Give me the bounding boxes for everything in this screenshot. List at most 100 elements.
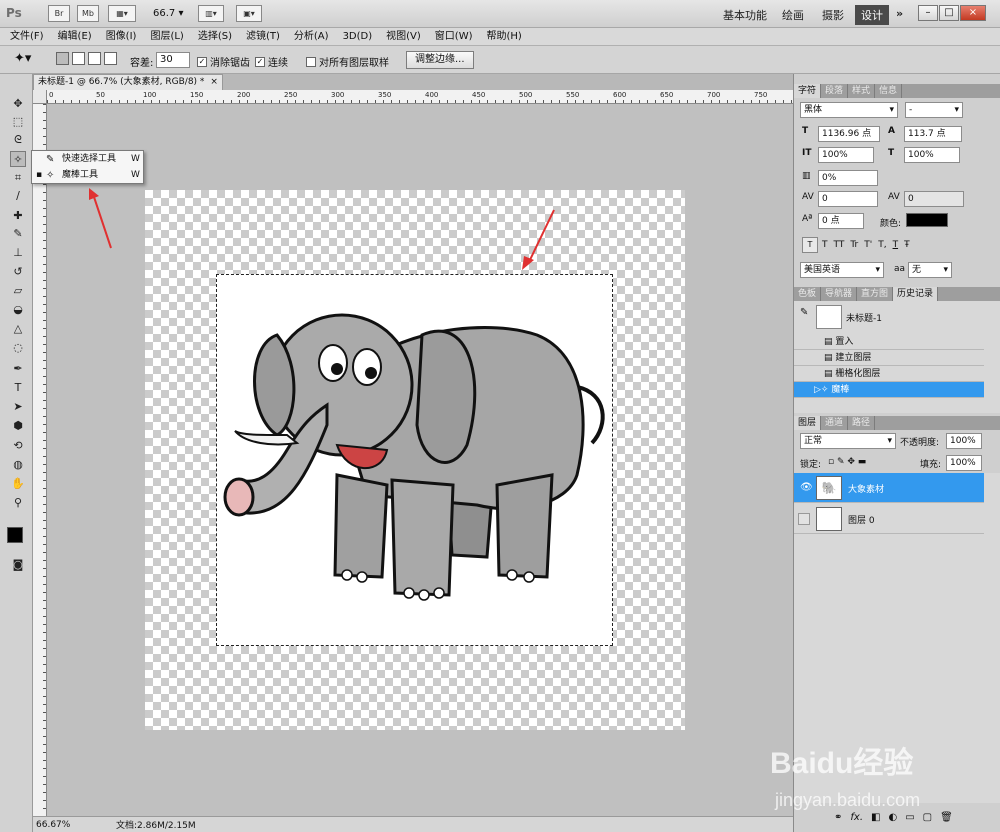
sample-all-layers-checkbox[interactable]: 对所有图层取样	[306, 54, 389, 69]
clone-stamp-icon[interactable]: ⊥	[10, 245, 26, 261]
menu-edit[interactable]: 编辑(E)	[58, 28, 92, 46]
vertical-scale-input[interactable]: 100%	[818, 147, 874, 163]
text-color-swatch[interactable]	[906, 213, 948, 227]
restore-button[interactable]: □	[939, 5, 959, 21]
minimize-button[interactable]: –	[918, 5, 938, 21]
faux-italic-button[interactable]: T	[822, 240, 828, 250]
move-tool-icon[interactable]: ✥	[10, 96, 26, 112]
history-item-rasterize[interactable]: ▤ 栅格化图层	[794, 366, 984, 382]
tab-channels[interactable]: 通道	[821, 416, 849, 430]
close-button[interactable]: ×	[960, 5, 986, 21]
elephant-layer-selection[interactable]	[216, 274, 613, 646]
history-item-magic-wand[interactable]: ▷✧ 魔棒	[794, 382, 984, 398]
blend-mode-select[interactable]: 正常 ▾	[800, 433, 896, 449]
blur-tool-icon[interactable]: △	[10, 321, 26, 337]
fx-icon[interactable]: fx.	[850, 812, 863, 823]
baseline-shift-input[interactable]: 0 点	[818, 213, 864, 229]
tracking-pct-input[interactable]: 0%	[818, 170, 878, 186]
type-tool-icon[interactable]: T	[10, 380, 26, 396]
marquee-tool-icon[interactable]: ⬚	[10, 114, 26, 130]
subscript-button[interactable]: T,	[878, 240, 886, 250]
faux-bold-button[interactable]: T	[802, 237, 818, 253]
hand-tool-icon[interactable]: ✋	[10, 476, 26, 492]
fill-input[interactable]: 100%	[946, 455, 982, 471]
antialias-checkbox[interactable]: ✓ 消除锯齿	[197, 54, 250, 69]
contiguous-checkbox[interactable]: ✓ 连续	[255, 54, 288, 69]
refine-edge-button[interactable]: 调整边缘...	[406, 51, 474, 69]
adjustment-icon[interactable]: ◐	[888, 812, 897, 823]
brush-tool-icon[interactable]: ✎	[10, 226, 26, 242]
new-layer-icon[interactable]: ▢	[923, 812, 932, 823]
eye-icon[interactable]: 👁	[800, 482, 813, 493]
crop-tool-icon[interactable]: ⌗	[10, 170, 26, 186]
menu-analysis[interactable]: 分析(A)	[294, 28, 329, 46]
layer-name[interactable]: 大象素材	[848, 482, 884, 495]
layer-name[interactable]: 图层 0	[848, 513, 875, 526]
magic-wand-tool-item[interactable]: ▪ ✧ 魔棒工具 W	[32, 168, 143, 183]
language-select[interactable]: 美国英语 ▾	[800, 262, 884, 278]
paint-bucket-icon[interactable]: ◒	[10, 302, 26, 318]
tab-histogram[interactable]: 直方图	[857, 287, 894, 301]
menu-window[interactable]: 窗口(W)	[435, 28, 473, 46]
healing-brush-icon[interactable]: ✚	[10, 208, 26, 224]
status-zoom[interactable]: 66.67%	[36, 820, 76, 830]
bridge-button[interactable]: Br	[48, 5, 70, 22]
tolerance-input[interactable]: 30	[156, 52, 190, 68]
workspace-essentials[interactable]: 基本功能	[723, 7, 767, 23]
snapshot-thumbnail[interactable]	[816, 305, 842, 329]
3d-orbit-icon[interactable]: ◍	[10, 457, 26, 473]
add-selection-icon[interactable]	[72, 52, 85, 65]
layer-0[interactable]: 图层 0	[794, 504, 984, 534]
group-icon[interactable]: ▭	[905, 812, 914, 823]
vertical-ruler[interactable]	[33, 104, 47, 816]
eraser-tool-icon[interactable]: ▱	[10, 283, 26, 299]
dodge-tool-icon[interactable]: ◌	[10, 340, 26, 356]
magic-wand-preset-icon[interactable]: ✦▾	[14, 51, 31, 66]
menu-help[interactable]: 帮助(H)	[487, 28, 522, 46]
menu-view[interactable]: 视图(V)	[386, 28, 421, 46]
strikethrough-button[interactable]: Ŧ	[904, 240, 910, 250]
horizontal-ruler[interactable]: 0 50 100 150 200 250 300 350 400 450 500 550 600 650 7…	[47, 90, 793, 104]
workspace-design[interactable]: 设计	[855, 5, 889, 25]
quick-mask-icon[interactable]: ◙	[10, 557, 26, 573]
tab-paragraph[interactable]: 段落	[821, 84, 849, 98]
pen-tool-icon[interactable]: ✒	[10, 361, 26, 377]
history-item-place[interactable]: ▤ 置入	[794, 334, 984, 350]
tracking-input[interactable]: 0	[904, 191, 964, 207]
foreground-color-swatch[interactable]	[7, 527, 23, 543]
zoom-level-dropdown[interactable]: 66.7 ▾	[153, 8, 183, 19]
new-selection-icon[interactable]	[56, 52, 69, 65]
underline-button[interactable]: T	[893, 240, 899, 250]
eyedropper-tool-icon[interactable]: ∕	[10, 188, 26, 204]
tab-info[interactable]: 信息	[875, 84, 903, 98]
document-tab[interactable]: 未标题-1 @ 66.7% (大象素材, RGB/8) * ×	[33, 74, 223, 90]
tab-paths[interactable]: 路径	[848, 416, 876, 430]
tab-character[interactable]: 字符	[794, 84, 822, 98]
font-family-select[interactable]: 黑体 ▾	[800, 102, 898, 118]
arrange-documents-icon[interactable]: ▥▾	[198, 5, 224, 22]
3d-rotate-icon[interactable]: ⟲	[10, 438, 26, 454]
workspace-painting[interactable]: 绘画	[782, 7, 804, 23]
superscript-button[interactable]: T'	[864, 240, 872, 250]
subtract-selection-icon[interactable]	[88, 52, 101, 65]
more-workspaces-button[interactable]: »	[896, 7, 903, 20]
tab-swatches[interactable]: 色板	[794, 287, 822, 301]
history-brush-icon[interactable]: ↺	[10, 264, 26, 280]
ruler-origin[interactable]	[33, 90, 47, 104]
quick-selection-tool-item[interactable]: ✎ 快速选择工具 W	[32, 152, 143, 167]
menu-select[interactable]: 选择(S)	[198, 28, 232, 46]
antialias-select[interactable]: 无 ▾	[908, 262, 952, 278]
font-size-input[interactable]: 1136.96 点	[818, 126, 880, 142]
mini-bridge-button[interactable]: Mb	[77, 5, 99, 22]
menu-layer[interactable]: 图层(L)	[150, 28, 183, 46]
history-item-new-layer[interactable]: ▤ 建立图层	[794, 350, 984, 366]
tab-layers[interactable]: 图层	[794, 416, 822, 430]
opacity-input[interactable]: 100%	[946, 433, 982, 449]
tab-styles[interactable]: 样式	[848, 84, 876, 98]
tab-close-icon[interactable]: ×	[210, 75, 218, 90]
font-style-select[interactable]: - ▾	[905, 102, 963, 118]
menu-image[interactable]: 图像(I)	[106, 28, 137, 46]
mask-icon[interactable]: ◧	[871, 812, 880, 823]
lock-icons[interactable]: ▫ ✎ ✥ ▬	[828, 457, 866, 467]
kerning-input[interactable]: 0	[818, 191, 878, 207]
